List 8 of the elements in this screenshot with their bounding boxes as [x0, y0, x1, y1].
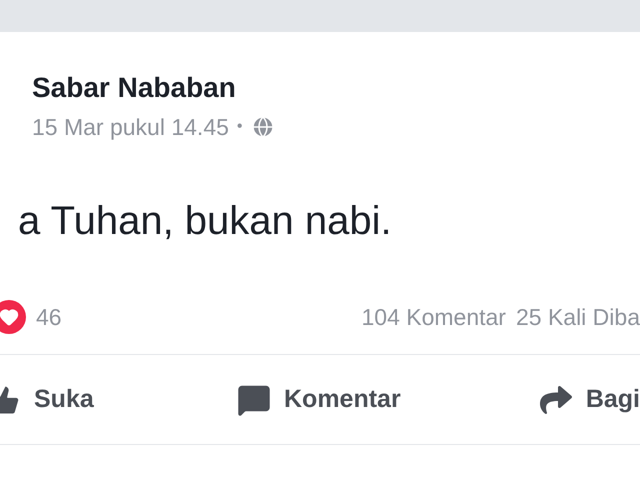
post-text: a Tuhan, bukan nabi.	[18, 199, 392, 243]
like-button[interactable]: Suka	[0, 380, 94, 418]
separator-dot: •	[236, 117, 243, 137]
globe-icon	[250, 115, 275, 139]
author-name[interactable]: Sabar Nababan	[32, 70, 640, 106]
share-button[interactable]: Bagi	[538, 380, 640, 418]
comment-button[interactable]: Komentar	[236, 380, 401, 418]
share-arrow-icon	[538, 384, 574, 416]
